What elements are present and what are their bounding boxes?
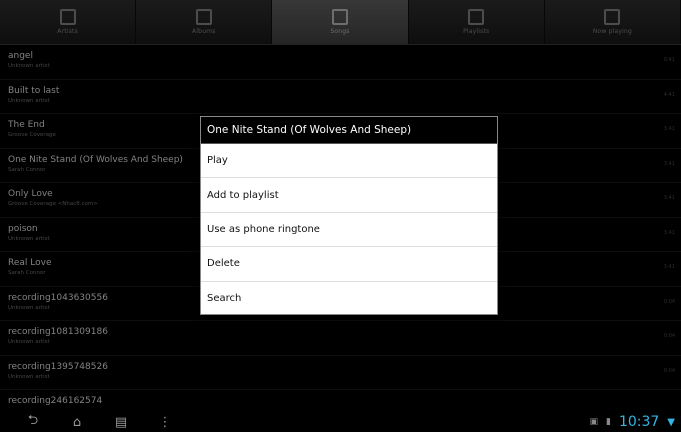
home-icon[interactable]: ⌂ (66, 415, 88, 430)
menu-item-add-to-playlist[interactable]: Add to playlist (201, 178, 497, 213)
menu-item-use-as-ringtone[interactable]: Use as phone ringtone (201, 213, 497, 248)
menu-item-search[interactable]: Search (201, 282, 497, 316)
dialog-title: One Nite Stand (Of Wolves And Sheep) (201, 117, 497, 144)
recent-apps-icon[interactable]: ▤ (110, 415, 132, 430)
wifi-icon: ▼ (667, 416, 675, 428)
usb-icon: ▮ (605, 417, 611, 427)
status-area[interactable]: ▣ ▮ 10:37 ▼ (589, 412, 675, 432)
menu-icon[interactable]: ⋮ (154, 415, 176, 430)
context-menu-dialog: One Nite Stand (Of Wolves And Sheep) Pla… (200, 116, 498, 315)
screenshot-icon: ▣ (589, 417, 598, 427)
clock: 10:37 (618, 414, 660, 430)
menu-item-delete[interactable]: Delete (201, 247, 497, 282)
back-icon[interactable]: ⮌ (22, 411, 44, 432)
system-bar: ⮌ ⌂ ▤ ⋮ ▣ ▮ 10:37 ▼ (0, 412, 681, 432)
menu-item-play[interactable]: Play (201, 144, 497, 179)
